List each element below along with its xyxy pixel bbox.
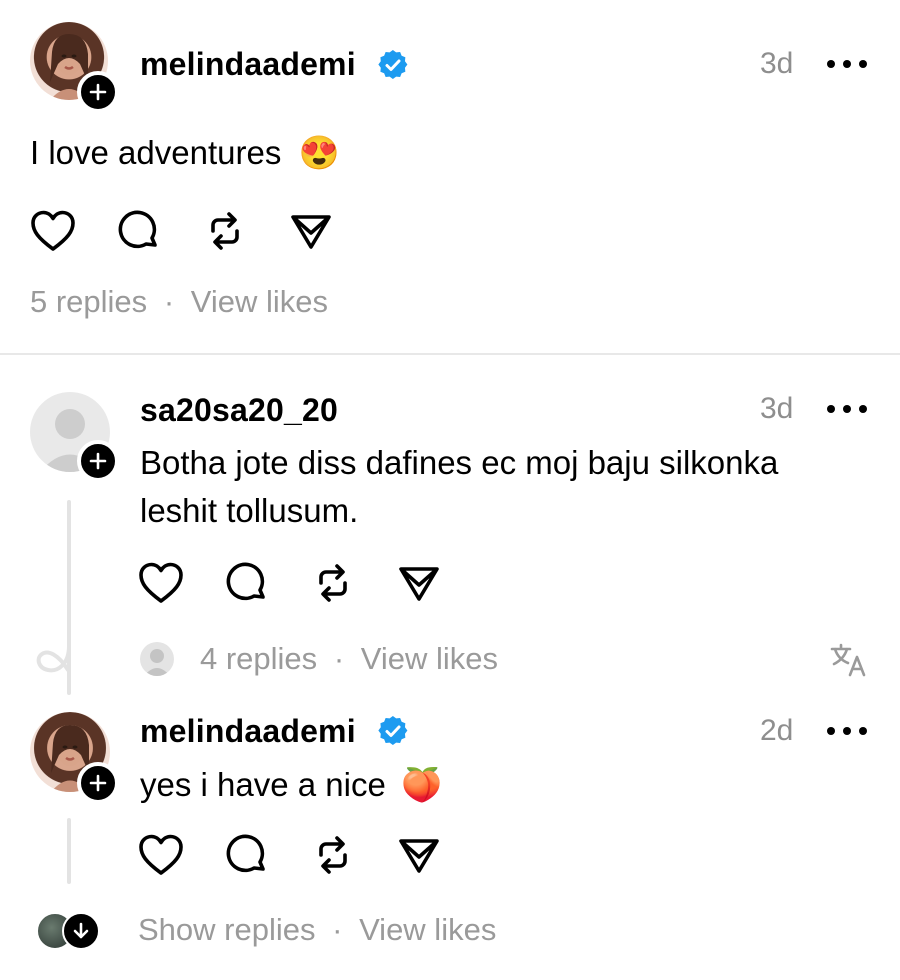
reply-text: yes i have a nice 🍑 bbox=[140, 762, 442, 808]
reply-text-line1: Botha jote diss dafines ec moj baju silk… bbox=[140, 444, 779, 481]
like-button[interactable] bbox=[138, 832, 184, 878]
repost-icon bbox=[319, 836, 347, 874]
more-options-button[interactable] bbox=[827, 719, 867, 743]
reply-actions bbox=[138, 832, 482, 878]
post-text-content: I love adventures bbox=[30, 134, 282, 171]
show-replies-link[interactable]: Show replies bbox=[138, 912, 315, 947]
send-icon bbox=[291, 215, 331, 249]
thread-loop-icon bbox=[36, 644, 71, 673]
view-likes-link[interactable]: View likes bbox=[359, 912, 496, 947]
follow-plus-button[interactable] bbox=[77, 71, 119, 113]
post-username[interactable]: melindaademi bbox=[140, 46, 356, 83]
heart-icon bbox=[31, 210, 75, 251]
separator: · bbox=[163, 284, 175, 319]
comment-button[interactable] bbox=[224, 560, 270, 606]
view-likes-link[interactable]: View likes bbox=[361, 641, 498, 676]
send-icon bbox=[399, 567, 439, 601]
repost-button[interactable] bbox=[310, 832, 356, 878]
like-button[interactable] bbox=[138, 560, 184, 606]
replies-link[interactable]: 4 replies bbox=[200, 641, 317, 676]
plus-icon bbox=[89, 774, 107, 792]
peach-emoji: 🍑 bbox=[400, 766, 443, 803]
post-time: 3d bbox=[760, 47, 794, 80]
reply-text-line2: leshit tollusum. bbox=[140, 492, 359, 529]
post-meta: 5 replies · View likes bbox=[30, 284, 328, 320]
more-options-button[interactable] bbox=[827, 397, 867, 421]
comment-icon bbox=[226, 834, 265, 873]
comment-icon bbox=[118, 210, 157, 249]
thread-line bbox=[67, 818, 71, 884]
more-options-button[interactable] bbox=[827, 52, 867, 76]
reply-username[interactable]: sa20sa20_20 bbox=[140, 392, 338, 429]
translate-icon[interactable] bbox=[830, 643, 868, 677]
follow-plus-button[interactable] bbox=[77, 762, 119, 804]
show-replies-arrow-button[interactable] bbox=[62, 912, 100, 950]
reply-meta: Show replies · View likes bbox=[138, 912, 496, 948]
separator: · bbox=[332, 912, 343, 947]
reply-username[interactable]: melindaademi bbox=[140, 713, 356, 750]
repost-icon bbox=[319, 564, 347, 602]
share-button[interactable] bbox=[396, 560, 442, 606]
comment-button[interactable] bbox=[116, 208, 162, 254]
divider bbox=[0, 353, 900, 355]
replies-link[interactable]: 5 replies bbox=[30, 284, 147, 319]
follow-plus-button[interactable] bbox=[77, 440, 119, 482]
separator: · bbox=[333, 641, 345, 676]
replier-avatars[interactable] bbox=[36, 912, 106, 950]
reply-time: 3d bbox=[760, 392, 794, 425]
view-likes-link[interactable]: View likes bbox=[191, 284, 328, 319]
replier-avatar-small bbox=[140, 642, 174, 676]
post-text: I love adventures 😍 bbox=[30, 130, 340, 176]
repost-button[interactable] bbox=[202, 208, 248, 254]
reply-time: 2d bbox=[760, 714, 794, 747]
reply-text-content: yes i have a nice bbox=[140, 766, 386, 803]
post-actions bbox=[30, 208, 374, 254]
verified-badge-icon bbox=[378, 50, 408, 80]
share-button[interactable] bbox=[288, 208, 334, 254]
plus-icon bbox=[89, 83, 107, 101]
heart-icon bbox=[139, 562, 183, 603]
comment-icon bbox=[226, 562, 265, 601]
verified-badge-icon bbox=[378, 716, 408, 746]
comment-button[interactable] bbox=[224, 832, 270, 878]
heart-eyes-emoji: 😍 bbox=[298, 134, 340, 171]
send-icon bbox=[399, 839, 439, 873]
repost-icon bbox=[211, 212, 239, 250]
default-avatar-icon bbox=[144, 649, 170, 676]
reply-meta: 4 replies · View likes bbox=[200, 641, 498, 677]
reply-actions bbox=[138, 560, 482, 606]
share-button[interactable] bbox=[396, 832, 442, 878]
arrow-down-icon bbox=[73, 922, 89, 939]
heart-icon bbox=[139, 834, 183, 875]
like-button[interactable] bbox=[30, 208, 76, 254]
repost-button[interactable] bbox=[310, 560, 356, 606]
plus-icon bbox=[89, 452, 107, 470]
